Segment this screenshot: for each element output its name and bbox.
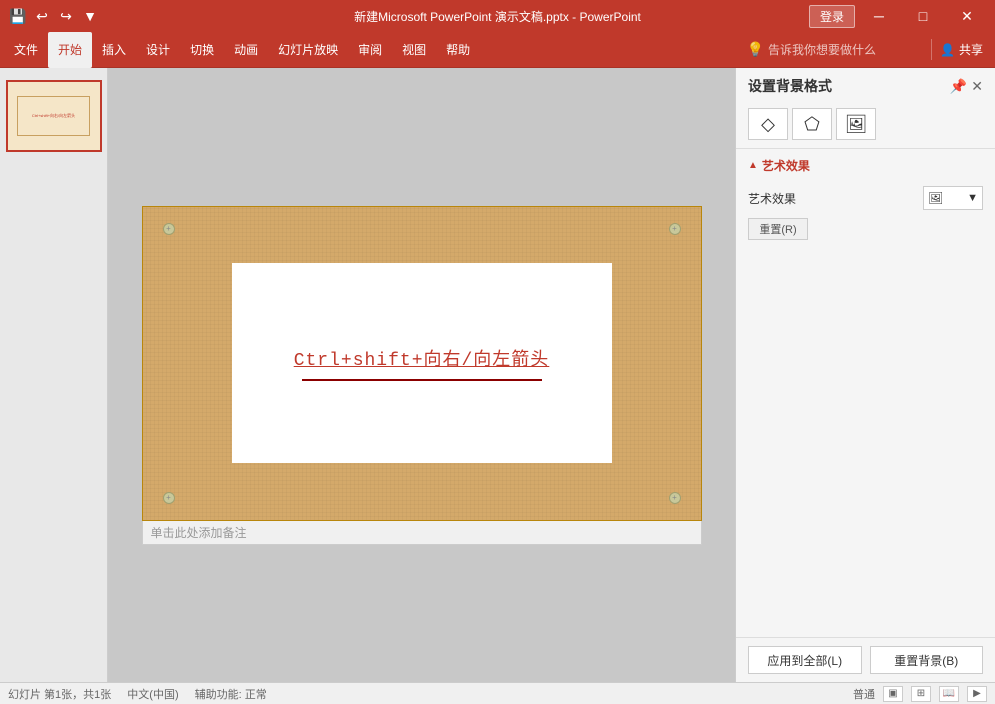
corner-screw-bl: + [163,492,175,504]
save-icon[interactable]: 💾 [8,6,28,26]
tab-insert[interactable]: 插入 [92,32,136,68]
main-area: 1 Ctrl+shift+向右/向左箭头 + + + + Ctrl+shift+… [0,68,995,682]
tab-slideshow[interactable]: 幻灯片放映 [268,32,348,68]
panel-footer: 应用到全部(L) 重置背景(B) [736,637,995,682]
image-icon: 🖼 [845,114,868,135]
slide-sorter-button[interactable]: ⊞ [911,686,931,702]
reading-view-button[interactable]: 📖 [939,686,959,702]
shape-icon-button[interactable]: ⬠ [792,108,832,140]
art-effects-header[interactable]: ▲ 艺术效果 [748,157,983,174]
tab-file[interactable]: 文件 [4,32,48,68]
thumb-preview: Ctrl+shift+向右/向左箭头 [8,82,100,150]
panel-icon-row: ◇ ⬠ 🖼 [736,104,995,149]
art-effects-row: 艺术效果 🖼 ▼ [748,182,983,214]
background-format-panel: 设置背景格式 📌 ✕ ◇ ⬠ 🖼 ▲ 艺术效果 艺术效果 [735,68,995,682]
tab-transition[interactable]: 切换 [180,32,224,68]
normal-view-button[interactable]: ▣ [883,686,903,702]
lightbulb-icon: 💡 [747,41,764,58]
reset-background-button[interactable]: 重置背景(B) [870,646,984,674]
panel-header: 设置背景格式 📌 ✕ [736,68,995,104]
fill-icon: ◇ [761,114,775,135]
undo-icon[interactable]: ↩ [32,6,52,26]
art-effects-label: 艺术效果 [762,157,810,174]
slide-info: 幻灯片 第1张，共1张 [8,686,111,702]
corner-screw-tl: + [163,223,175,235]
effect-preview: 🖼 [928,191,943,205]
statusbar: 幻灯片 第1张，共1张 中文(中国) 辅助功能: 正常 普通 ▣ ⊞ 📖 ▶ [0,682,995,704]
notes-placeholder: 单击此处添加备注 [151,524,247,541]
window-title: 新建Microsoft PowerPoint 演示文稿.pptx - Power… [354,8,641,25]
slideshow-view-button[interactable]: ▶ [967,686,987,702]
image-icon-button[interactable]: 🖼 [836,108,876,140]
minimize-button[interactable]: ─ [859,2,899,30]
titlebar-left: 💾 ↩ ↪ ▼ [8,6,100,26]
art-effects-field-label: 艺术效果 [748,190,796,207]
search-input[interactable] [768,43,923,57]
slide-canvas[interactable]: + + + + Ctrl+shift+向右/向左箭头 [142,206,702,521]
tab-help[interactable]: 帮助 [436,32,480,68]
maximize-button[interactable]: □ [903,2,943,30]
art-effects-dropdown[interactable]: 🖼 ▼ [923,186,983,210]
tab-animation[interactable]: 动画 [224,32,268,68]
corner-screw-br: + [669,492,681,504]
pentagon-icon: ⬠ [804,114,820,135]
titlebar: 💾 ↩ ↪ ▼ 新建Microsoft PowerPoint 演示文稿.pptx… [0,0,995,32]
panel-title: 设置背景格式 [748,76,832,96]
slide-panel: 1 Ctrl+shift+向右/向左箭头 [0,68,108,682]
language-info: 中文(中国) [127,686,178,702]
tab-view[interactable]: 视图 [392,32,436,68]
person-icon: 👤 [940,43,955,57]
collapse-arrow-icon: ▲ [748,160,758,171]
slide-thumbnail[interactable]: Ctrl+shift+向右/向左箭头 [6,80,102,152]
apply-all-button[interactable]: 应用到全部(L) [748,646,862,674]
panel-pin-icon[interactable]: 📌 [950,78,967,95]
ribbon: 文件 开始 插入 设计 切换 动画 幻灯片放映 审阅 视图 帮助 💡 👤 共享 [0,32,995,68]
panel-section: ▲ 艺术效果 艺术效果 🖼 ▼ 重置(R) [736,149,995,252]
titlebar-right: 登录 ─ □ ✕ [809,2,987,30]
slide-content[interactable]: Ctrl+shift+向右/向左箭头 [232,263,612,463]
search-area: 💡 [747,41,923,58]
dropdown-arrow-icon: ▼ [967,192,978,204]
canvas-area: + + + + Ctrl+shift+向右/向左箭头 单击此处添加备注 [108,68,735,682]
fill-icon-button[interactable]: ◇ [748,108,788,140]
slide-main-text: Ctrl+shift+向右/向左箭头 [294,345,550,371]
tab-home[interactable]: 开始 [48,32,92,68]
panel-close-icon[interactable]: ✕ [971,78,983,95]
customize-icon[interactable]: ▼ [80,6,100,26]
reset-row: 重置(R) [748,214,983,244]
login-button[interactable]: 登录 [809,5,855,28]
tab-design[interactable]: 设计 [136,32,180,68]
reset-button[interactable]: 重置(R) [748,218,808,240]
tab-review[interactable]: 审阅 [348,32,392,68]
corner-screw-tr: + [669,223,681,235]
redo-icon[interactable]: ↪ [56,6,76,26]
slide-underline [302,379,542,381]
view-label: 普通 [853,686,875,702]
accessibility-info: 辅助功能: 正常 [195,686,267,702]
statusbar-right: 普通 ▣ ⊞ 📖 ▶ [853,686,987,702]
notes-bar[interactable]: 单击此处添加备注 [142,521,702,545]
close-button[interactable]: ✕ [947,2,987,30]
share-button[interactable]: 👤 共享 [931,39,991,60]
